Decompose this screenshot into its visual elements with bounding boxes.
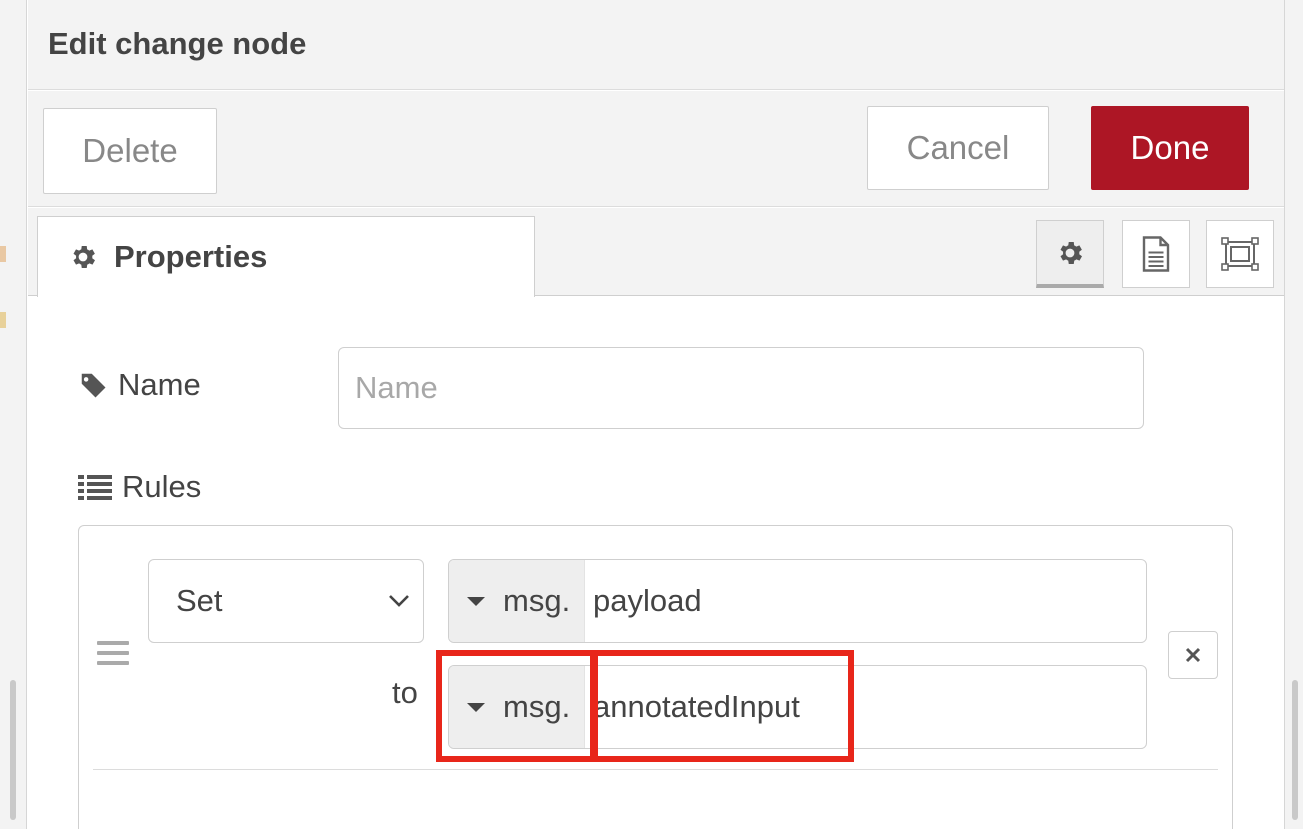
tag-icon <box>80 373 106 398</box>
gear-icon <box>73 246 95 268</box>
tab-properties-label: Properties <box>114 239 268 274</box>
rule-source-value[interactable]: annotatedInput <box>585 666 800 748</box>
drag-handle-icon[interactable] <box>97 641 129 667</box>
tray-header: Edit change node <box>28 0 1284 90</box>
workspace-node-fragment <box>0 312 6 328</box>
caret-down-icon <box>467 596 485 606</box>
tab-settings[interactable] <box>1036 220 1104 288</box>
caret-down-icon <box>467 702 485 712</box>
rule-source-type: msg. <box>503 689 571 724</box>
gear-icon <box>1060 241 1082 264</box>
workspace-edge-right <box>1284 0 1303 829</box>
to-label: to <box>392 675 418 710</box>
tray-toolbar: Delete Cancel Done <box>28 91 1284 207</box>
workspace-node-fragment <box>0 246 6 262</box>
workspace-edge <box>0 0 27 829</box>
cancel-button[interactable]: Cancel <box>867 106 1049 190</box>
rule-source-type-select[interactable]: msg. <box>449 666 585 748</box>
tab-description[interactable] <box>1122 220 1190 288</box>
rule-target-type: msg. <box>503 583 571 618</box>
rule-target-value[interactable]: payload <box>585 560 702 642</box>
name-label-row: Name <box>78 367 201 403</box>
name-input[interactable] <box>338 347 1144 429</box>
rule-action-select[interactable]: Set <box>148 559 424 643</box>
rule-source-input[interactable]: msg. annotatedInput <box>448 665 1147 749</box>
appearance-icon <box>1221 237 1259 271</box>
remove-rule-button[interactable] <box>1168 631 1218 679</box>
edit-tray: Edit change node Delete Cancel Done Prop… <box>28 0 1284 829</box>
close-icon <box>1185 647 1201 663</box>
rule-action-value: Set <box>176 583 223 618</box>
rule-divider <box>93 769 1218 770</box>
tray-scrollbar[interactable] <box>1292 680 1298 820</box>
name-label: Name <box>118 367 201 402</box>
properties-panel: Name Rules Set <box>28 297 1284 829</box>
done-button[interactable]: Done <box>1091 106 1249 190</box>
tabs-bar: Properties <box>28 208 1284 297</box>
tab-appearance[interactable] <box>1206 220 1274 288</box>
rules-list: Set msg. payload to msg. annotatedInput <box>78 525 1233 829</box>
tab-properties[interactable]: Properties <box>37 216 535 297</box>
document-icon <box>1142 236 1170 272</box>
tray-title: Edit change node <box>48 26 307 61</box>
workspace-scrollbar[interactable] <box>10 680 16 820</box>
rules-label-row: Rules <box>78 469 201 505</box>
list-icon <box>78 475 112 500</box>
rules-label: Rules <box>122 469 202 504</box>
chevron-down-icon <box>389 595 409 607</box>
rule-target-type-select[interactable]: msg. <box>449 560 585 642</box>
rule-target-input[interactable]: msg. payload <box>448 559 1147 643</box>
delete-button[interactable]: Delete <box>43 108 217 194</box>
